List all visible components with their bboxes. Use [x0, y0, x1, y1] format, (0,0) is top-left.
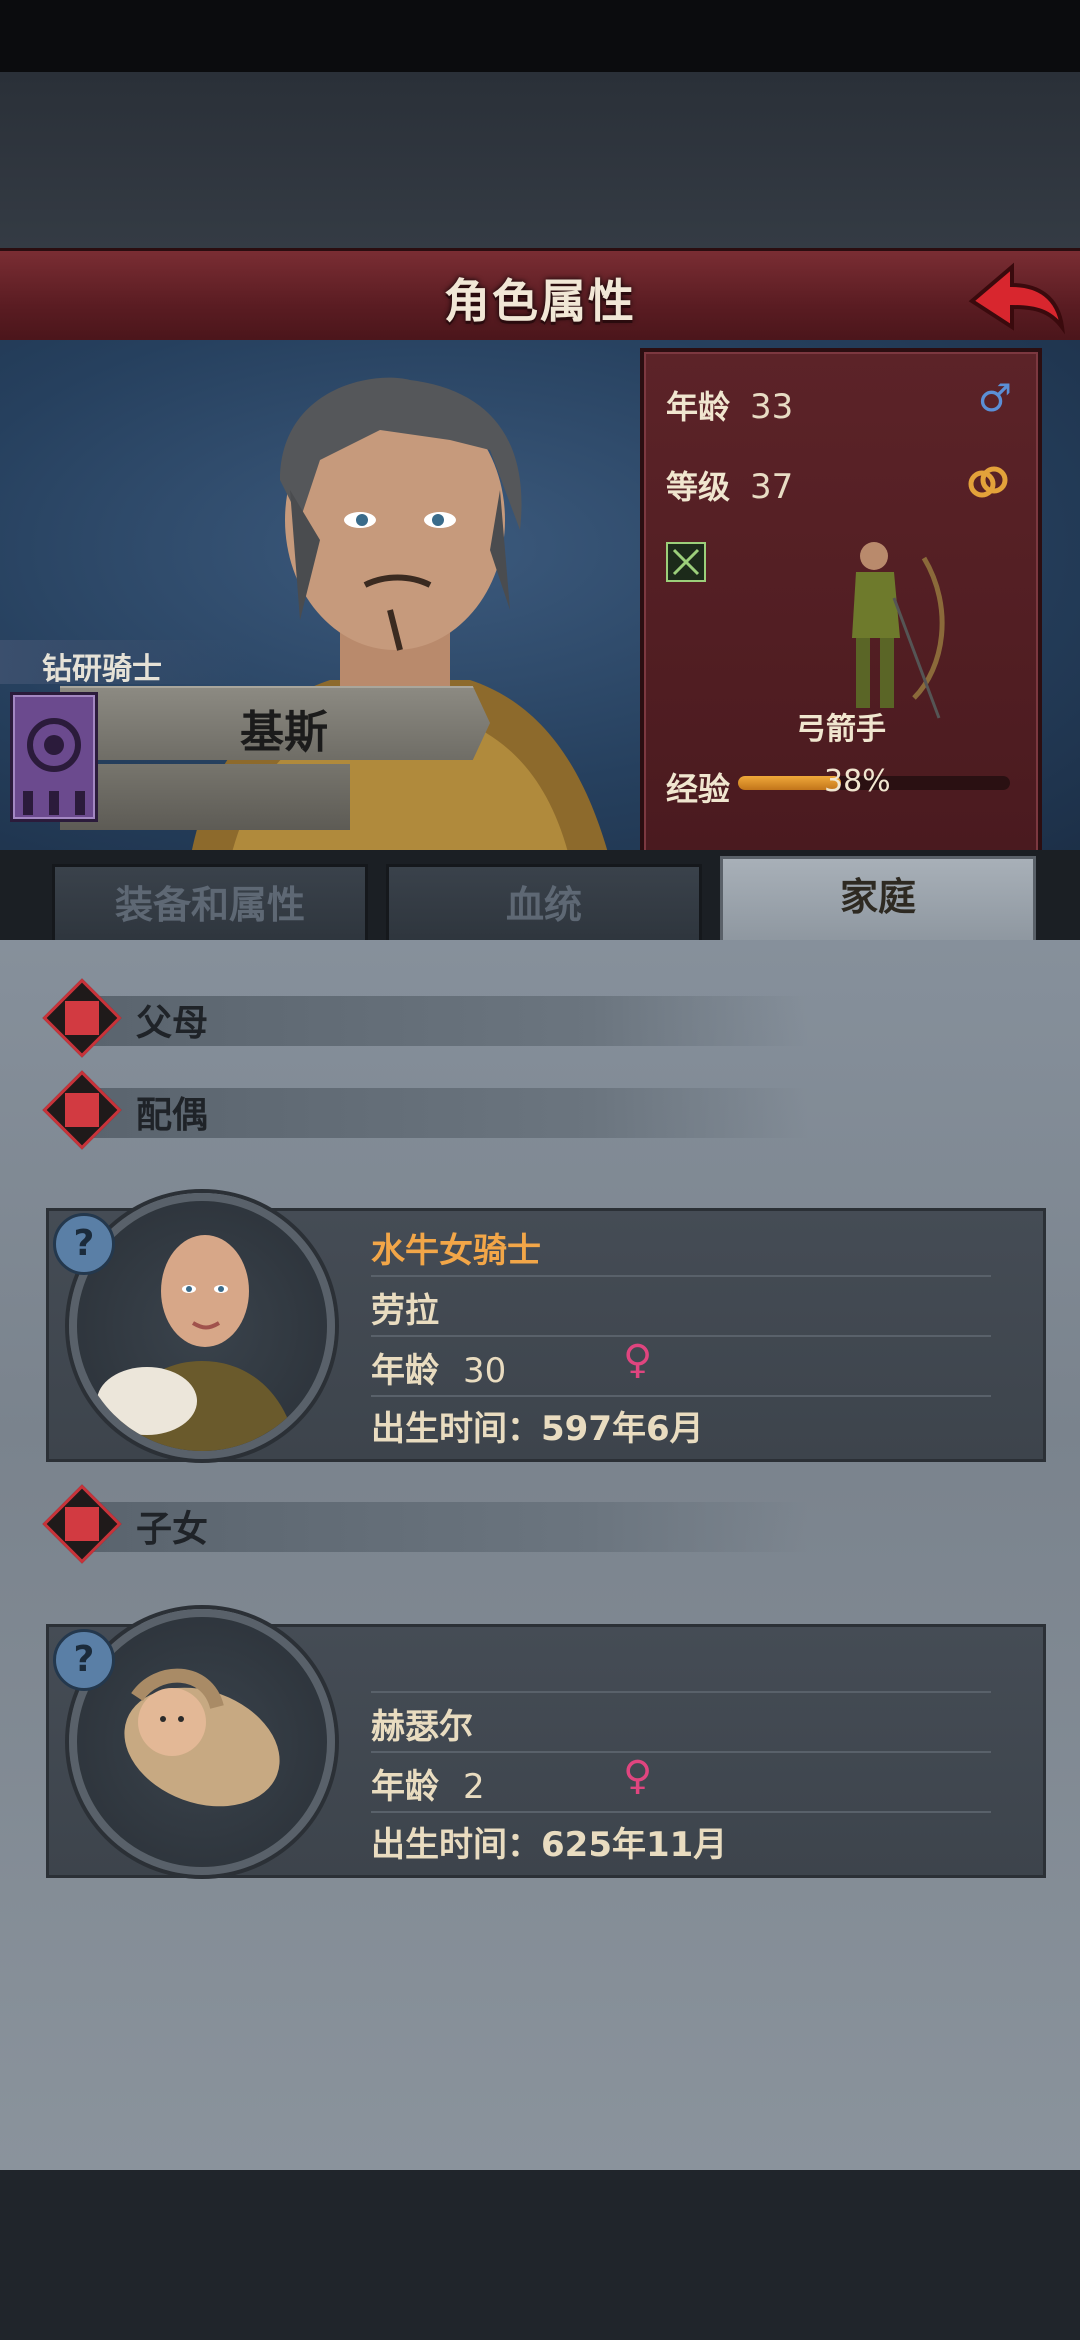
system-status-bar [0, 0, 1080, 72]
house-emblem-icon[interactable] [10, 692, 98, 822]
child-age-label: 年龄 [371, 1767, 439, 1807]
name-plate-lower [60, 764, 350, 830]
section-children: 子女 [42, 1484, 1048, 1564]
divider [371, 1335, 991, 1337]
hero-name: 基斯 [240, 707, 328, 758]
unknown-badge[interactable]: ? [53, 1629, 115, 1691]
rings-icon [968, 466, 1008, 498]
back-button[interactable] [966, 257, 1066, 339]
level-row: 等级 37 [666, 462, 793, 508]
child-birth: 出生时间：625年11月 [371, 1825, 728, 1865]
child-name: 赫瑟尔 [371, 1707, 473, 1747]
divider [371, 1811, 991, 1813]
spouse-age-label: 年龄 [371, 1351, 439, 1391]
page-title: 角色属性 [444, 274, 636, 328]
age-label: 年龄 [666, 388, 731, 426]
spouse-age-row: 年龄 30 [371, 1343, 506, 1392]
bottom-bar [0, 2170, 1080, 2340]
divider [371, 1691, 991, 1693]
spouse-card[interactable]: ? 水牛女骑士 劳拉 年龄 30 ♀ 出生时间：597年6月 [46, 1193, 1046, 1462]
section-spouse: 配偶 [42, 1070, 1048, 1150]
unknown-badge[interactable]: ? [53, 1213, 115, 1275]
age-row: 年龄 33 [666, 382, 793, 428]
divider [371, 1395, 991, 1397]
exp-label: 经验 [666, 770, 731, 808]
tab-bar: 装备和属性 血统 家庭 [0, 850, 1080, 948]
stats-card: 年龄 33 ♂ 等级 37 弓箭手 经验 38% [640, 348, 1042, 856]
level-label: 等级 [666, 468, 731, 506]
exp-percent: 38% [824, 764, 891, 799]
header-background [0, 72, 1080, 248]
divider [371, 1275, 991, 1277]
parents-label: 父母 [136, 1003, 209, 1044]
tab-equipment[interactable]: 装备和属性 [52, 864, 368, 946]
title-bar: 角色属性 [0, 248, 1080, 347]
spouse-title: 水牛女骑士 [371, 1231, 541, 1271]
female-icon: ♀ [623, 1753, 653, 1799]
rank-strip: 钻研骑士 [0, 640, 250, 687]
spouse-name: 劳拉 [371, 1291, 439, 1331]
section-parents: 父母 [42, 978, 1048, 1058]
divider [371, 1751, 991, 1753]
spouse-birth: 出生时间：597年6月 [371, 1409, 704, 1449]
child-age-value: 2 [463, 1767, 485, 1807]
child-card[interactable]: ? 赫瑟尔 年龄 2 ♀ 出生时间：625年11月 [46, 1609, 1046, 1878]
status-toggle[interactable] [666, 542, 706, 582]
name-plate: 基斯 [60, 686, 490, 760]
spouse-age-value: 30 [463, 1351, 507, 1391]
male-icon: ♂ [977, 376, 1012, 420]
archer-figure-icon [852, 542, 945, 719]
tab-bloodline[interactable]: 血统 [386, 864, 702, 946]
age-value: 33 [750, 387, 794, 427]
level-value: 37 [750, 467, 794, 507]
back-arrow-icon [968, 262, 1065, 335]
hero-rank: 钻研骑士 [42, 652, 162, 687]
tab-family[interactable]: 家庭 [720, 856, 1036, 948]
child-age-row: 年龄 2 [371, 1759, 485, 1808]
spouse-label: 配偶 [136, 1095, 209, 1136]
female-icon: ♀ [623, 1337, 653, 1383]
status-icon [672, 548, 700, 576]
family-panel: 父母 配偶 ? 水牛女骑士 劳拉 年龄 30 ♀ 出生时间：597年6月 子女 … [0, 940, 1080, 2170]
children-label: 子女 [136, 1509, 209, 1550]
class-name: 弓箭手 [796, 712, 886, 747]
